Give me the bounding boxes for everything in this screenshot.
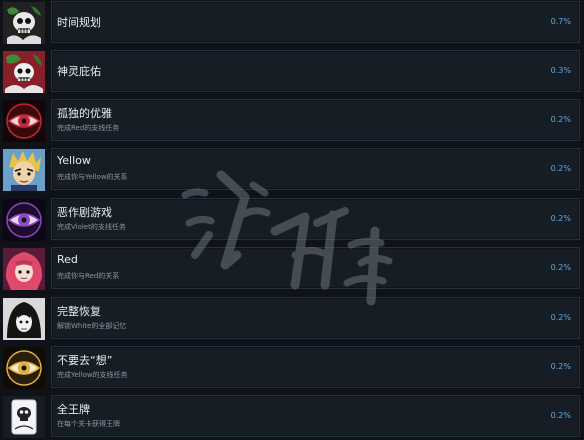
achievement-row[interactable]: 全王牌 在每个关卡获得王牌 0.2% bbox=[0, 394, 584, 440]
achievement-title: 恶作剧游戏 bbox=[57, 206, 112, 219]
achievement-panel: 全王牌 在每个关卡获得王牌 0.2% bbox=[51, 395, 580, 437]
achievement-description: 完成Red的支线任务 bbox=[57, 124, 120, 132]
ace-card-icon bbox=[3, 396, 45, 438]
achievement-description: 在每个关卡获得王牌 bbox=[57, 420, 120, 428]
white-character-avatar-icon bbox=[3, 298, 45, 340]
unlock-percentage: 0.3% bbox=[550, 66, 571, 75]
achievement-row[interactable]: 完整恢复 解锁White的全部记忆 0.2% bbox=[0, 296, 584, 342]
achievement-row[interactable]: 孤独的优雅 完成Red的支线任务 0.2% bbox=[0, 98, 584, 144]
achievement-description: 完成Violet的支线任务 bbox=[57, 223, 126, 231]
unlock-percentage: 0.2% bbox=[550, 263, 571, 272]
achievement-panel: 神灵庇佑 0.3% bbox=[51, 50, 580, 92]
achievement-title: 全王牌 bbox=[57, 403, 90, 416]
achievement-panel: 时间规划 0.7% bbox=[51, 1, 580, 43]
red-eye-icon bbox=[3, 100, 45, 142]
skull-flower-red-icon bbox=[3, 51, 45, 93]
achievement-description: 完成你与Red的关系 bbox=[57, 272, 120, 280]
achievement-row[interactable]: 恶作剧游戏 完成Violet的支线任务 0.2% bbox=[0, 197, 584, 243]
yellow-eye-icon bbox=[3, 347, 45, 389]
achievement-row[interactable]: Red 完成你与Red的关系 0.2% bbox=[0, 246, 584, 292]
skull-flower-icon bbox=[3, 2, 45, 44]
unlock-percentage: 0.2% bbox=[550, 411, 571, 420]
achievement-title: 孤独的优雅 bbox=[57, 107, 112, 120]
achievement-panel: 不要去“想” 完成Yellow的支线任务 0.2% bbox=[51, 346, 580, 388]
achievement-panel: 恶作剧游戏 完成Violet的支线任务 0.2% bbox=[51, 198, 580, 240]
achievement-description: 解锁White的全部记忆 bbox=[57, 322, 127, 330]
achievement-panel: Yellow 完成你与Yellow的关系 0.2% bbox=[51, 148, 580, 190]
yellow-character-avatar-icon bbox=[3, 149, 45, 191]
unlock-percentage: 0.2% bbox=[550, 362, 571, 371]
achievement-list: 时间规划 0.7% 神灵庇佑 0.3% 孤独的优雅 完成Red的支线任务 0.2… bbox=[0, 0, 584, 440]
achievement-row[interactable]: 神灵庇佑 0.3% bbox=[0, 49, 584, 95]
unlock-percentage: 0.2% bbox=[550, 164, 571, 173]
achievement-title: 不要去“想” bbox=[57, 354, 113, 367]
achievement-panel: 孤独的优雅 完成Red的支线任务 0.2% bbox=[51, 99, 580, 141]
unlock-percentage: 0.7% bbox=[550, 17, 571, 26]
achievement-panel: Red 完成你与Red的关系 0.2% bbox=[51, 247, 580, 289]
unlock-percentage: 0.2% bbox=[550, 214, 571, 223]
red-character-avatar-icon bbox=[3, 248, 45, 290]
achievement-row[interactable]: 时间规划 0.7% bbox=[0, 0, 584, 46]
achievement-row[interactable]: 不要去“想” 完成Yellow的支线任务 0.2% bbox=[0, 345, 584, 391]
achievement-title: 神灵庇佑 bbox=[57, 65, 101, 78]
unlock-percentage: 0.2% bbox=[550, 313, 571, 322]
achievement-title: 时间规划 bbox=[57, 16, 101, 29]
achievement-title: Yellow bbox=[57, 154, 91, 167]
violet-eye-icon bbox=[3, 199, 45, 241]
achievement-description: 完成你与Yellow的关系 bbox=[57, 173, 128, 181]
achievement-title: 完整恢复 bbox=[57, 305, 101, 318]
achievement-panel: 完整恢复 解锁White的全部记忆 0.2% bbox=[51, 297, 580, 339]
achievement-row[interactable]: Yellow 完成你与Yellow的关系 0.2% bbox=[0, 147, 584, 193]
achievement-description: 完成Yellow的支线任务 bbox=[57, 371, 128, 379]
unlock-percentage: 0.2% bbox=[550, 115, 571, 124]
achievement-title: Red bbox=[57, 253, 78, 266]
